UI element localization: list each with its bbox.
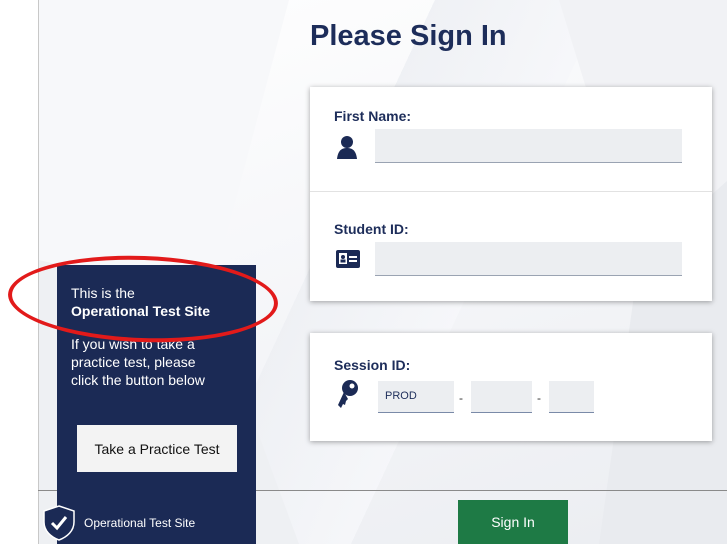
session-prefix-field[interactable]: PROD bbox=[378, 381, 454, 413]
panel-line-4: practice test, please bbox=[71, 354, 196, 370]
first-name-label: First Name: bbox=[334, 108, 412, 124]
site-info-panel: This is the Operational Test Site If you… bbox=[57, 265, 256, 544]
page-title: Please Sign In bbox=[310, 20, 507, 52]
panel-line-1: This is the bbox=[71, 285, 135, 301]
sign-in-button[interactable]: Sign In bbox=[458, 500, 568, 544]
footer-site-label: Operational Test Site bbox=[84, 516, 196, 530]
session-part-3-field[interactable] bbox=[549, 381, 594, 413]
user-icon bbox=[337, 136, 357, 159]
card-divider bbox=[310, 191, 712, 192]
first-name-input[interactable] bbox=[375, 129, 682, 163]
student-id-input[interactable] bbox=[375, 242, 682, 276]
key-icon bbox=[338, 380, 358, 408]
take-practice-test-button[interactable]: Take a Practice Test bbox=[77, 425, 237, 472]
student-id-label: Student ID: bbox=[334, 221, 409, 237]
shield-check-icon bbox=[43, 505, 75, 541]
panel-site-name: Operational Test Site bbox=[71, 303, 210, 319]
panel-line-5: click the button below bbox=[71, 372, 205, 388]
session-dash-2: - bbox=[537, 391, 541, 405]
session-part-2-field[interactable] bbox=[471, 381, 532, 413]
credentials-card: First Name: Student ID: bbox=[310, 87, 712, 301]
session-dash-1: - bbox=[459, 391, 463, 405]
session-card: Session ID: PROD - - bbox=[310, 333, 712, 441]
session-id-label: Session ID: bbox=[334, 357, 411, 373]
panel-line-3: If you wish to take a bbox=[71, 336, 195, 352]
id-card-icon bbox=[336, 250, 360, 268]
